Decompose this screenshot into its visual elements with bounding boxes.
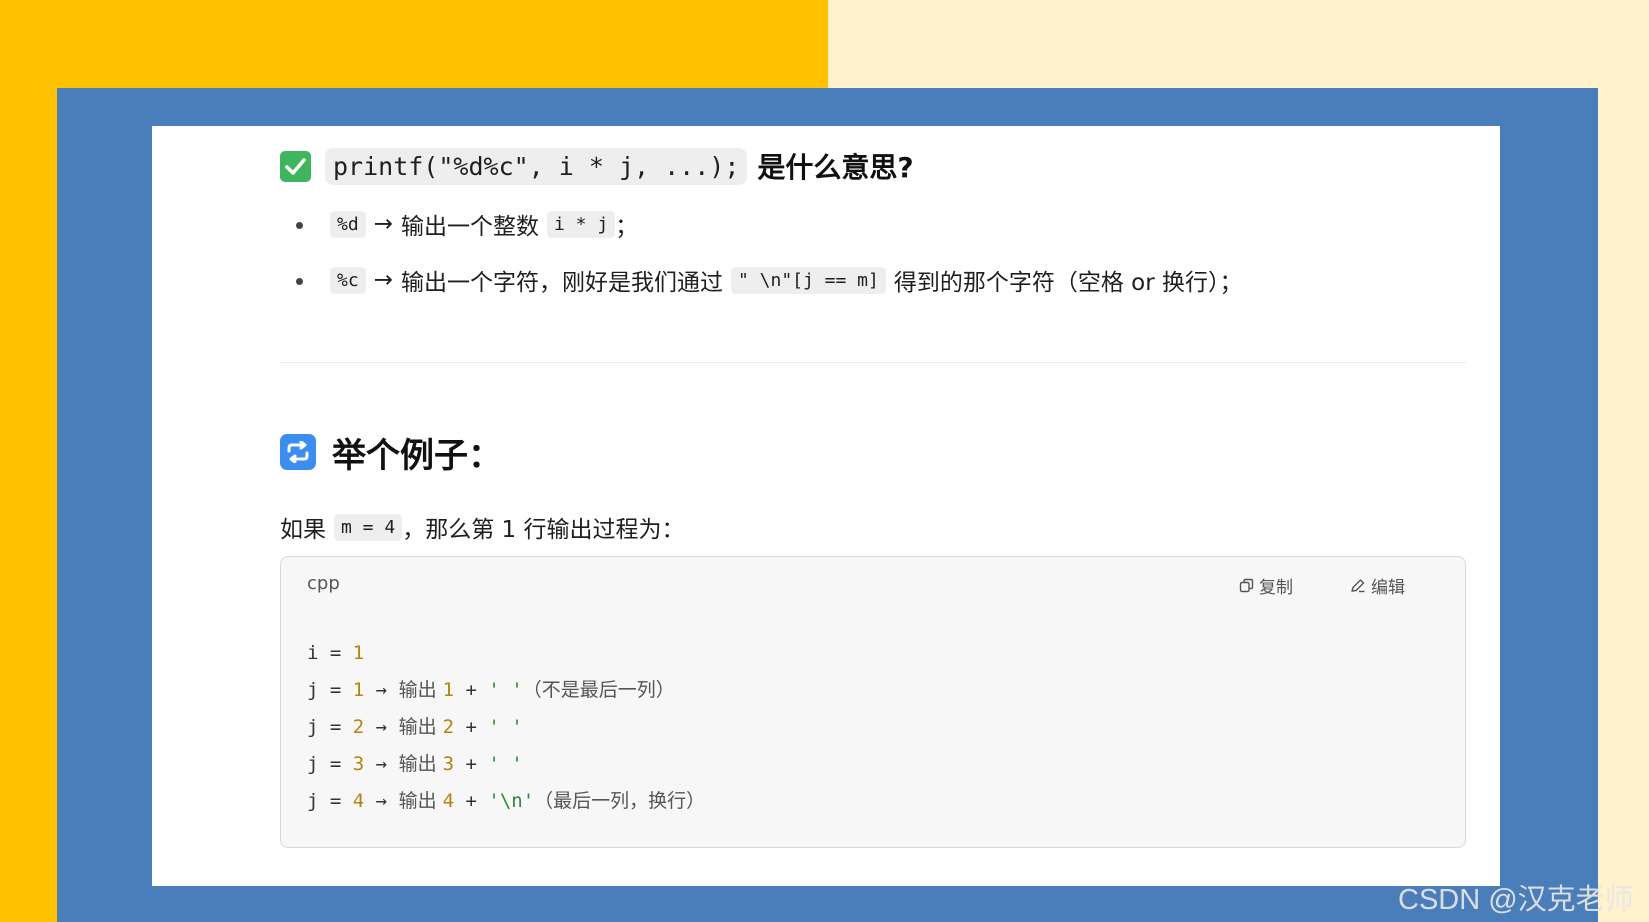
bullet-dot xyxy=(296,222,303,229)
code-line: j = 1 → 输出 1 + ' '（不是最后一列） xyxy=(307,679,675,701)
section-heading-example: 举个例子： xyxy=(280,424,502,480)
repeat-icon xyxy=(280,434,316,470)
inline-code: m = 4 xyxy=(334,513,403,541)
code-content: i = 1 j = 1 → 输出 1 + ' '（不是最后一列） j = 2 →… xyxy=(307,635,705,820)
paragraph: 如果 m = 4 ，那么第 1 行输出过程为： xyxy=(280,504,684,550)
content-card: printf("%d%c", i * j, ...); 是什么意思? %d → … xyxy=(152,126,1500,886)
list-item: %c → 输出一个字符，刚好是我们通过 " \n"[j == m] 得到的那个字… xyxy=(280,252,1466,308)
divider xyxy=(280,362,1466,363)
arrow: → xyxy=(373,267,393,293)
check-mark-icon xyxy=(280,150,311,182)
bullet-list: %d → 输出一个整数 i * j ； %c → 输出一个字符，刚好是我们通过 … xyxy=(280,196,1466,308)
edit-button[interactable]: 编辑 xyxy=(1350,573,1405,598)
inline-code: i * j xyxy=(546,210,616,238)
heading-text: 举个例子： xyxy=(332,435,502,476)
code-line: j = 4 → 输出 4 + '\n'（最后一列，换行） xyxy=(307,790,706,812)
bullet-text: 输出一个字符，刚好是我们通过 xyxy=(400,270,723,296)
inline-code: %c xyxy=(330,266,366,294)
watermark: CSDN @汉克老师 xyxy=(1398,884,1634,916)
bullet-dot xyxy=(296,278,303,285)
copy-label: 复制 xyxy=(1259,578,1293,598)
code-language-label: cpp xyxy=(307,573,340,594)
copy-icon xyxy=(1239,578,1254,593)
para-text: ，那么第 1 行输出过程为： xyxy=(402,517,685,543)
code-line: j = 2 → 输出 2 + ' ' xyxy=(307,716,523,738)
edit-icon xyxy=(1351,579,1365,593)
background-yellow-left xyxy=(0,0,57,922)
inline-code: %d xyxy=(330,210,366,238)
copy-button[interactable]: 复制 xyxy=(1239,573,1293,598)
heading-text: 是什么意思? xyxy=(757,151,914,184)
arrow: → xyxy=(373,211,393,237)
bullet-tail: 得到的那个字符（空格 or 换行）； xyxy=(893,270,1243,296)
list-item: %d → 输出一个整数 i * j ； xyxy=(280,196,1466,252)
edit-label: 编辑 xyxy=(1371,578,1405,598)
inline-code: " \n"[j == m] xyxy=(730,266,886,294)
printf-code: printf("%d%c", i * j, ...); xyxy=(325,147,748,185)
code-line: i = 1 xyxy=(307,642,365,664)
bullet-text: 输出一个整数 xyxy=(400,214,539,240)
bullet-tail: ； xyxy=(615,214,639,240)
para-text: 如果 xyxy=(280,517,326,543)
code-line: j = 3 → 输出 3 + ' ' xyxy=(307,753,523,775)
section-heading-printf: printf("%d%c", i * j, ...); 是什么意思? xyxy=(280,144,914,188)
background-yellow-band xyxy=(0,0,828,88)
code-block: cpp 复制 编辑 i = 1 j = 1 → 输出 1 + ' '（不是最后一… xyxy=(280,556,1466,848)
